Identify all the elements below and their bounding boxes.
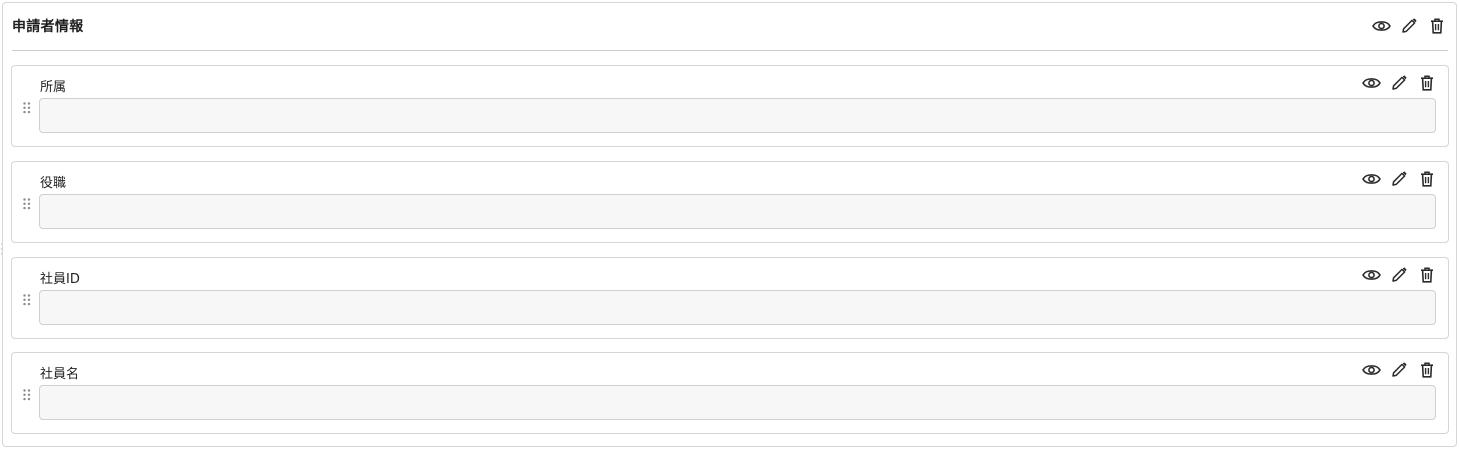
eye-icon xyxy=(1361,174,1381,184)
trash-icon xyxy=(1431,18,1443,34)
field-edit-button[interactable] xyxy=(1388,359,1410,381)
field-edit-button[interactable] xyxy=(1388,168,1410,190)
form-field-card: 社員名 xyxy=(11,352,1449,434)
pencil-icon xyxy=(1392,75,1407,90)
section-delete-button[interactable] xyxy=(1426,15,1448,37)
pencil-icon xyxy=(1392,171,1407,186)
eye-icon xyxy=(1371,21,1391,31)
field-preview-button[interactable] xyxy=(1360,168,1382,190)
section-actions xyxy=(1370,15,1448,37)
field-delete-button[interactable] xyxy=(1416,168,1438,190)
field-preview-button[interactable] xyxy=(1360,359,1382,381)
section-edit-button[interactable] xyxy=(1398,15,1420,37)
field-edit-button[interactable] xyxy=(1388,264,1410,286)
trash-icon xyxy=(1421,267,1433,283)
affiliation-input[interactable] xyxy=(39,98,1436,133)
field-label: 所属 xyxy=(40,80,67,95)
pencil-icon xyxy=(1392,362,1407,377)
applicant-info-section: 申請者情報 所属 役職 社員ID 社員名 xyxy=(2,2,1457,447)
field-preview-button[interactable] xyxy=(1360,72,1382,94)
field-actions xyxy=(1360,264,1438,286)
drag-handle-icon[interactable] xyxy=(22,196,32,210)
trash-icon xyxy=(1421,362,1433,378)
form-field-card: 社員ID xyxy=(11,257,1449,339)
employee-name-input[interactable] xyxy=(39,385,1436,420)
section-header: 申請者情報 xyxy=(12,3,1448,51)
employee-id-input[interactable] xyxy=(39,290,1436,325)
position-input[interactable] xyxy=(39,194,1436,229)
section-title: 申請者情報 xyxy=(12,19,84,35)
eye-icon xyxy=(1361,270,1381,280)
form-field-card: 所属 xyxy=(11,65,1449,147)
field-delete-button[interactable] xyxy=(1416,264,1438,286)
field-label: 社員ID xyxy=(40,272,80,287)
drag-handle-icon[interactable] xyxy=(22,100,32,114)
field-label: 社員名 xyxy=(40,367,80,382)
pencil-icon xyxy=(1392,267,1407,282)
drag-handle-icon[interactable] xyxy=(22,292,32,306)
section-preview-button[interactable] xyxy=(1370,15,1392,37)
field-delete-button[interactable] xyxy=(1416,72,1438,94)
trash-icon xyxy=(1421,171,1433,187)
field-delete-button[interactable] xyxy=(1416,359,1438,381)
form-field-card: 役職 xyxy=(11,161,1449,243)
field-actions xyxy=(1360,72,1438,94)
field-actions xyxy=(1360,168,1438,190)
drag-handle-icon[interactable] xyxy=(22,387,32,401)
pencil-icon xyxy=(1402,18,1417,33)
eye-icon xyxy=(1361,78,1381,88)
field-preview-button[interactable] xyxy=(1360,264,1382,286)
field-edit-button[interactable] xyxy=(1388,72,1410,94)
field-actions xyxy=(1360,359,1438,381)
trash-icon xyxy=(1421,75,1433,91)
eye-icon xyxy=(1361,365,1381,375)
field-label: 役職 xyxy=(40,176,67,191)
